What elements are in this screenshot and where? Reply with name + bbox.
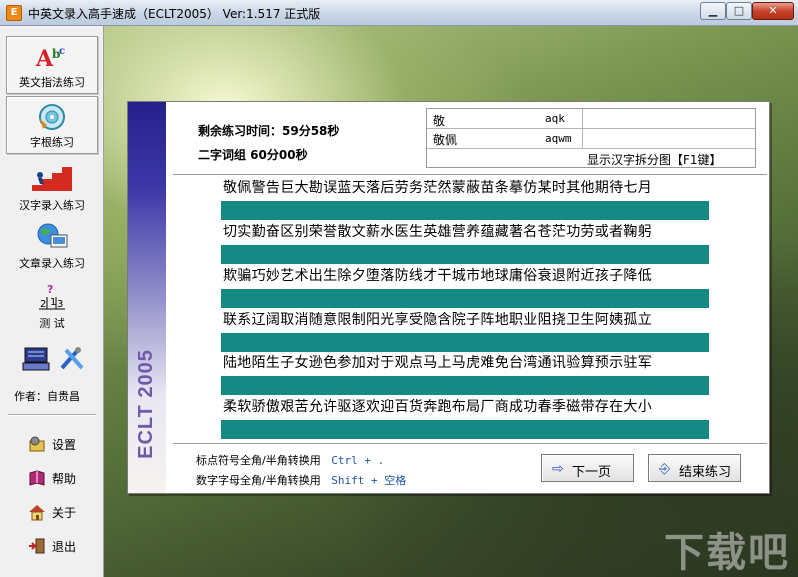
sidebar-item-label: 汉字录入练习 <box>19 199 85 212</box>
practice-input[interactable] <box>221 245 709 264</box>
hint-char-2: 敬佩 <box>433 133 458 147</box>
remaining-time-label: 剩余练习时间：59分58秒 <box>198 124 340 138</box>
arrow-right-icon: ⇨ <box>552 461 564 477</box>
sidebar-item-label: 字根练习 <box>30 136 74 149</box>
exit-label: 退出 <box>52 540 77 554</box>
sidebar-item-chinese-input[interactable]: 汉字录入练习 <box>6 158 98 216</box>
end-practice-button[interactable]: ⎆ 结束练习 <box>648 454 741 482</box>
practice-input[interactable] <box>221 333 709 352</box>
word-group-label: 二字词组 60分00秒 <box>198 148 308 162</box>
close-button[interactable]: ✕ <box>752 2 794 20</box>
svg-text:2: 2 <box>40 299 46 310</box>
home-icon <box>29 505 45 521</box>
app-icon[interactable]: E <box>6 5 22 21</box>
end-practice-label: 结束练习 <box>679 465 732 480</box>
window-title: 中英文录入高手速成（ECLT2005） Ver:1.517 正式版 <box>28 7 321 21</box>
shortcut-hint-punctuation: 标点符号全角/半角转换用 Ctrl + . <box>196 452 384 468</box>
settings-button[interactable]: 设置 <box>28 432 98 456</box>
hint-char-1: 敬 <box>433 114 446 128</box>
practice-input[interactable] <box>221 201 709 220</box>
sidebar: A b c 英文指法练习 字根练习 汉字录入练习 文章录入练习 ? 2 1 3 … <box>0 26 104 577</box>
settings-icon <box>29 436 45 452</box>
shortcut-hint-alphanumeric: 数字字母全角/半角转换用 Shift + 空格 <box>196 472 406 488</box>
brand-logo-text: ECLT 2005 <box>135 349 157 459</box>
maximize-icon: □ <box>733 4 745 17</box>
sidebar-item-label: 英文指法练习 <box>19 76 85 89</box>
practice-line-text: 陆地陌生子女逊色参加对于观点马上马虎难免台湾通讯验算预示驻军 <box>223 355 652 371</box>
practice-input[interactable] <box>221 376 709 395</box>
maximize-button[interactable]: □ <box>726 2 752 20</box>
sidebar-divider <box>8 414 96 416</box>
code-hint-table: 敬 aqk 敬佩 aqwm 显示汉字拆分图【F1键】 <box>426 108 756 168</box>
hint-code-1: aqk <box>545 112 565 125</box>
next-page-button[interactable]: ⇨ 下一页 <box>541 454 634 482</box>
about-label: 关于 <box>52 506 77 520</box>
abc-icon: A b c <box>35 46 65 72</box>
globe-icon <box>37 223 68 248</box>
keyboard-icon[interactable] <box>22 346 50 372</box>
svg-text:1: 1 <box>50 297 56 308</box>
window-titlebar: E 中英文录入高手速成（ECLT2005） Ver:1.517 正式版 ▁ □ … <box>0 0 798 26</box>
shortcut-text: 数字字母全角/半角转换用 <box>196 474 321 487</box>
brand-strip: ECLT 2005 <box>128 102 166 493</box>
sidebar-item-test[interactable]: ? 2 1 3 测 试 <box>6 276 98 334</box>
author-label: 作者：自贵昌 <box>14 390 80 403</box>
close-icon: ✕ <box>768 4 778 17</box>
exit-icon <box>29 538 45 554</box>
shortcut-text: 标点符号全角/半角转换用 <box>196 454 321 467</box>
exit-door-icon: ⎆ <box>659 461 671 477</box>
stairs-icon <box>32 167 72 191</box>
exit-button[interactable]: 退出 <box>28 534 98 558</box>
sidebar-item-article-input[interactable]: 文章录入练习 <box>6 216 98 274</box>
practice-line-text: 敬佩警告巨大勘误蓝天落后劳务茫然蒙蔽苗条摹仿某时其他期待七月 <box>223 180 652 196</box>
practice-line-text: 欺骗巧妙艺术出生除夕堕落防线才干城市地球庸俗衰退附近孩子降低 <box>223 268 652 284</box>
svg-text:c: c <box>59 46 65 57</box>
hint-code-2: aqwm <box>545 132 572 145</box>
svg-text:?: ? <box>47 283 53 296</box>
watermark-logo: 下载吧 <box>664 530 790 576</box>
practice-input[interactable] <box>221 289 709 308</box>
help-book-icon <box>29 470 45 486</box>
minimize-icon: ▁ <box>708 4 718 17</box>
cd-icon <box>39 104 65 130</box>
tools-icon[interactable] <box>58 346 86 372</box>
sidebar-item-label: 文章录入练习 <box>19 257 85 270</box>
svg-text:3: 3 <box>57 299 63 310</box>
shortcut-key: Ctrl + . <box>331 454 385 467</box>
practice-input[interactable] <box>221 420 709 439</box>
practice-line-text: 联系辽阔取消随意限制阳光享受隐含院子阵地职业阻挠卫生阿姨孤立 <box>223 312 652 328</box>
shortcut-key: Shift + 空格 <box>331 474 407 487</box>
help-button[interactable]: 帮助 <box>28 466 98 490</box>
sidebar-item-english-fingering[interactable]: A b c 英文指法练习 <box>6 36 98 94</box>
sidebar-item-radical-practice[interactable]: 字根练习 <box>6 96 98 154</box>
show-radical-hint[interactable]: 显示汉字拆分图【F1键】 <box>587 151 722 168</box>
about-button[interactable]: 关于 <box>28 500 98 524</box>
practice-line-text: 柔软骄傲艰苦允许驱逐欢迎百货奔跑布局厂商成功春季磁带存在大小 <box>223 399 652 415</box>
sidebar-item-label: 测 试 <box>39 317 65 330</box>
settings-label: 设置 <box>52 438 77 452</box>
practice-panel: ECLT 2005 剩余练习时间：59分58秒 二字词组 60分00秒 敬 aq… <box>127 101 770 494</box>
test-icon: ? 2 1 3 <box>39 283 65 310</box>
next-page-label: 下一页 <box>572 465 612 480</box>
help-label: 帮助 <box>52 472 77 486</box>
practice-line-text: 切实勤奋区别荣誉散文薪水医生英雄营养蕴藏著名苍茫功劳或者鞠躬 <box>223 224 652 240</box>
minimize-button[interactable]: ▁ <box>700 2 726 20</box>
